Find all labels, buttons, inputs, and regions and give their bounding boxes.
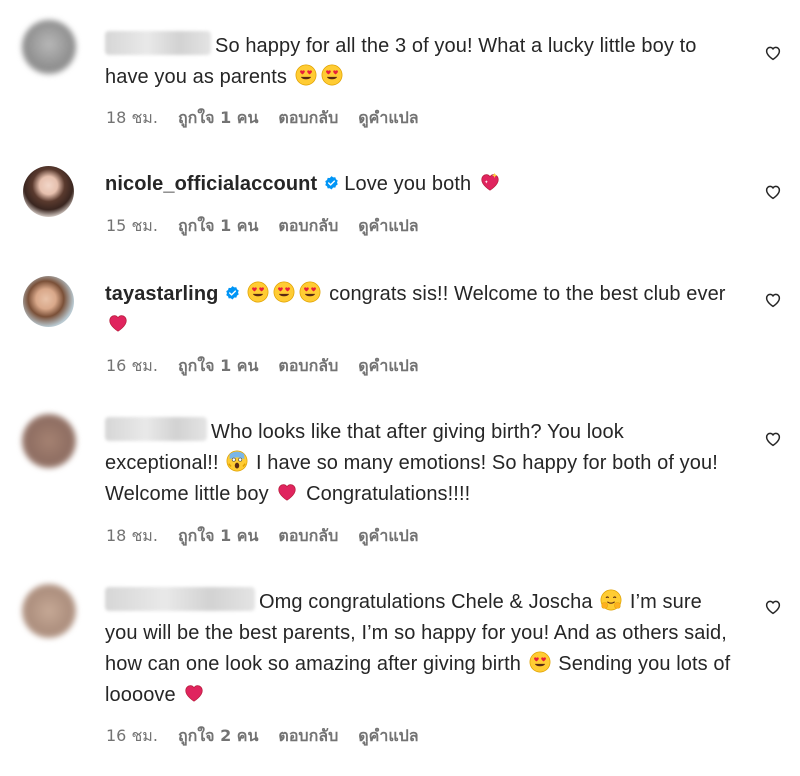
comment-time[interactable]: 15 ชม. (106, 216, 158, 235)
reply-button[interactable]: ตอบกลับ (278, 726, 338, 745)
sparkling-heart-emoji (479, 171, 501, 193)
screaming-face-emoji (226, 450, 248, 472)
red-heart-emoji (107, 312, 129, 334)
comment-time[interactable]: 18 ชม. (106, 526, 158, 545)
comment-time[interactable]: 16 ชม. (106, 356, 158, 375)
translate-button[interactable]: ดูคำแปล (358, 356, 418, 375)
blurred-username[interactable] (105, 31, 211, 55)
avatar[interactable] (22, 584, 76, 638)
avatar[interactable] (23, 276, 74, 327)
heart-outline-icon[interactable] (764, 44, 782, 62)
reply-button[interactable]: ตอบกลับ (278, 216, 338, 235)
likes-count[interactable]: ถูกใจ 2 คน (178, 726, 258, 745)
heart-eyes-emoji (529, 651, 551, 673)
username[interactable]: nicole_officialaccount (105, 173, 317, 195)
heart-eyes-emoji (299, 281, 321, 303)
comment-text: Love you both (344, 173, 472, 195)
likes-count[interactable]: ถูกใจ 1 คน (178, 216, 258, 235)
heart-eyes-emoji (295, 64, 317, 86)
likes-count[interactable]: ถูกใจ 1 คน (178, 526, 258, 545)
translate-button[interactable]: ดูคำแปล (358, 726, 418, 745)
reply-button[interactable]: ตอบกลับ (278, 356, 338, 375)
comment-time[interactable]: 18 ชม. (106, 108, 158, 127)
red-heart-emoji (183, 682, 205, 704)
comment-text: Congratulations!!!! (306, 483, 471, 505)
heart-eyes-emoji (247, 281, 269, 303)
heart-outline-icon[interactable] (764, 291, 782, 309)
reply-button[interactable]: ตอบกลับ (278, 108, 338, 127)
verified-badge-icon (224, 285, 241, 302)
translate-button[interactable]: ดูคำแปล (358, 108, 418, 127)
avatar[interactable] (22, 20, 76, 74)
translate-button[interactable]: ดูคำแปล (358, 526, 418, 545)
verified-badge-icon (323, 175, 340, 192)
username[interactable]: tayastarling (105, 283, 218, 305)
comment-text: Omg congratulations Chele & Joscha (259, 591, 593, 613)
heart-outline-icon[interactable] (764, 430, 782, 448)
heart-outline-icon[interactable] (764, 183, 782, 201)
heart-eyes-emoji (273, 281, 295, 303)
hugging-face-emoji (600, 589, 622, 611)
avatar[interactable] (23, 166, 74, 217)
heart-eyes-emoji (321, 64, 343, 86)
likes-count[interactable]: ถูกใจ 1 คน (178, 108, 258, 127)
comment-time[interactable]: 16 ชม. (106, 726, 158, 745)
heart-outline-icon[interactable] (764, 598, 782, 616)
blurred-username[interactable] (105, 417, 207, 441)
red-heart-emoji (276, 481, 298, 503)
avatar[interactable] (22, 414, 76, 468)
reply-button[interactable]: ตอบกลับ (278, 526, 338, 545)
likes-count[interactable]: ถูกใจ 1 คน (178, 356, 258, 375)
translate-button[interactable]: ดูคำแปล (358, 216, 418, 235)
comment-text: congrats sis!! Welcome to the best club … (329, 283, 726, 305)
blurred-username[interactable] (105, 587, 255, 611)
